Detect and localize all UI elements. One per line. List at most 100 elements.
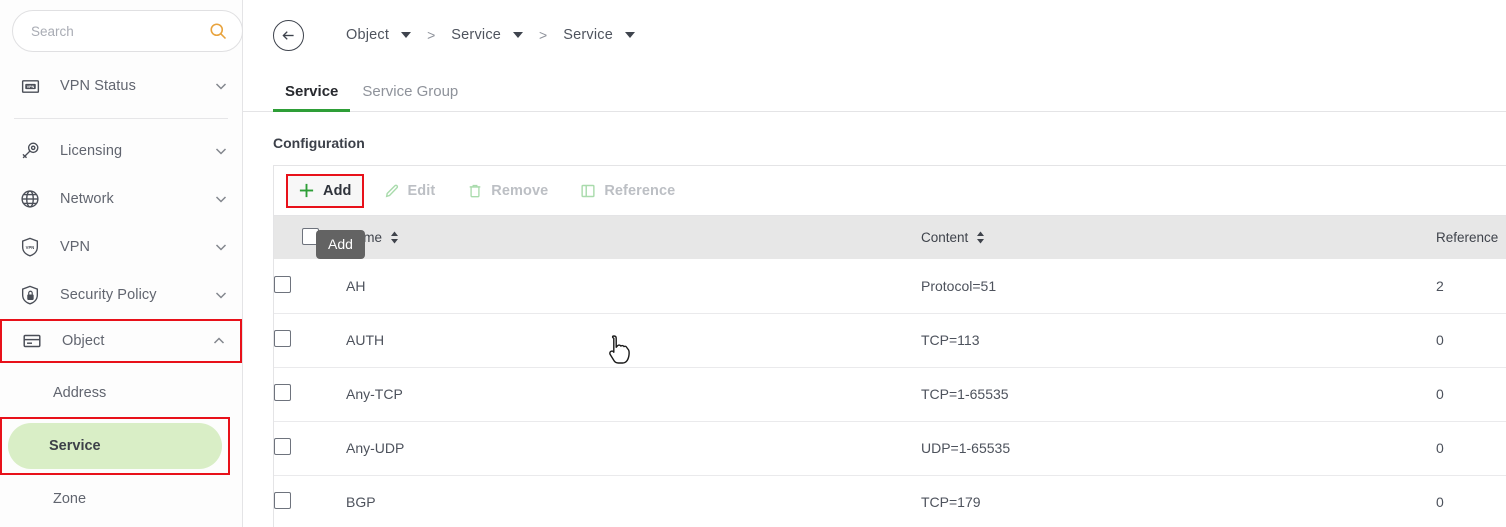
chevron-down-icon <box>214 144 228 158</box>
table-header: Name Content <box>274 216 1506 259</box>
add-button-label: Add <box>323 182 352 199</box>
tab-bar: Service Service Group <box>243 70 1506 112</box>
breadcrumb-item-service-leaf[interactable]: Service <box>563 27 635 43</box>
breadcrumb-label: Service <box>451 27 502 43</box>
breadcrumb-label: Service <box>563 27 613 43</box>
search-input[interactable] <box>31 23 208 39</box>
cell-name: Any-UDP <box>346 421 921 476</box>
sidebar-item-service-highlight: Service <box>0 417 230 475</box>
chevron-down-icon[interactable] <box>624 32 635 38</box>
cell-reference: 0 <box>1436 367 1506 422</box>
cell-reference: 2 <box>1436 259 1506 314</box>
column-header-name[interactable]: Name <box>346 216 921 259</box>
row-checkbox[interactable] <box>274 384 291 401</box>
sidebar-subitem-label: Address <box>53 385 107 401</box>
cell-name: BGP <box>346 475 921 527</box>
breadcrumb-separator: > <box>427 27 436 43</box>
sidebar-item-network[interactable]: Network <box>0 175 242 223</box>
cell-content: TCP=1-65535 <box>921 367 1436 422</box>
row-checkbox[interactable] <box>274 330 291 347</box>
main-content: Object > Service > Service Service Servi… <box>243 0 1506 527</box>
cell-name: Any-TCP <box>346 367 921 422</box>
reference-button-label: Reference <box>604 182 676 199</box>
table-row[interactable]: Any-UDP UDP=1-65535 0 <box>274 421 1506 476</box>
sidebar-item-label: VPN <box>60 239 91 255</box>
table-row[interactable]: AH Protocol=51 2 <box>274 259 1506 314</box>
chevron-down-icon <box>214 79 228 93</box>
back-arrow-icon[interactable] <box>273 19 304 51</box>
cell-content: Protocol=51 <box>921 259 1436 314</box>
sidebar-search-row <box>0 0 274 62</box>
chevron-down-icon[interactable] <box>513 32 524 38</box>
chevron-down-icon[interactable] <box>401 32 412 38</box>
row-checkbox-cell <box>274 421 346 476</box>
tab-service-group[interactable]: Service Group <box>350 83 470 111</box>
sort-icon[interactable] <box>976 231 985 244</box>
reference-panel-icon <box>580 183 596 199</box>
breadcrumb-item-service[interactable]: Service <box>451 27 524 43</box>
table-row[interactable]: Any-TCP TCP=1-65535 0 <box>274 367 1506 422</box>
sidebar-item-label: Licensing <box>60 143 123 159</box>
sidebar-item-object[interactable]: Object <box>0 319 242 363</box>
sidebar-item-label: VPN Status <box>60 78 136 94</box>
pencil-icon <box>384 183 400 199</box>
breadcrumb-item-object[interactable]: Object <box>346 27 412 43</box>
cell-reference: 0 <box>1436 475 1506 527</box>
sidebar-divider <box>14 118 228 119</box>
sidebar-item-address[interactable]: Address <box>0 369 242 417</box>
sidebar-item-service[interactable]: Service <box>8 423 222 469</box>
plus-icon <box>298 182 315 199</box>
globe-icon <box>18 187 42 211</box>
reference-button[interactable]: Reference <box>568 174 687 208</box>
breadcrumb: Object > Service > Service <box>346 27 635 43</box>
cell-reference: 0 <box>1436 313 1506 368</box>
sidebar-item-label: Object <box>62 333 105 349</box>
row-checkbox-cell <box>274 313 346 368</box>
breadcrumb-bar: Object > Service > Service <box>243 0 1506 70</box>
breadcrumb-label: Object <box>346 27 390 43</box>
sidebar-item-licensing[interactable]: Licensing <box>0 127 242 175</box>
sidebar-subitems: Address Service Zone <box>0 363 242 523</box>
trash-icon <box>467 183 483 199</box>
sidebar-item-zone[interactable]: Zone <box>0 475 242 523</box>
row-checkbox-cell <box>274 259 346 314</box>
remove-button[interactable]: Remove <box>455 174 560 208</box>
tab-label: Service Group <box>362 83 459 100</box>
table-header-row: Name Content <box>274 216 1506 259</box>
chevron-down-icon <box>214 240 228 254</box>
cell-content: TCP=113 <box>921 313 1436 368</box>
cell-content: UDP=1-65535 <box>921 421 1436 476</box>
section-title: Configuration <box>273 135 365 151</box>
sort-icon[interactable] <box>390 231 399 244</box>
shield-vpn-icon: VPN <box>18 235 42 259</box>
object-card-icon <box>20 329 44 353</box>
table-row[interactable]: AUTH TCP=113 0 <box>274 313 1506 368</box>
sidebar-item-vpn[interactable]: VPN VPN <box>0 223 242 271</box>
row-checkbox[interactable] <box>274 438 291 455</box>
row-checkbox[interactable] <box>274 275 291 293</box>
sidebar-subitem-label: Service <box>49 438 101 454</box>
search-box[interactable] <box>12 10 243 52</box>
edit-button[interactable]: Edit <box>372 174 448 208</box>
table-toolbar: Add Edit Remove Reference <box>274 166 1506 216</box>
tab-service[interactable]: Service <box>273 83 351 112</box>
row-checkbox[interactable] <box>274 492 291 509</box>
vpn-badge-icon: VPN <box>18 74 42 98</box>
application-window: VPN VPN Status Licen <box>0 0 1506 527</box>
table-body: AH Protocol=51 2 AUTH TCP=113 0 Any-TCP … <box>274 259 1506 527</box>
column-header-reference[interactable]: Reference <box>1436 216 1506 259</box>
add-button[interactable]: Add <box>286 173 364 208</box>
search-icon[interactable] <box>208 21 228 41</box>
tab-label: Service <box>285 83 339 100</box>
sidebar: VPN VPN Status Licen <box>0 0 274 527</box>
chevron-down-icon <box>214 288 228 302</box>
configuration-panel: Add Edit Remove Reference Content Refere… <box>273 165 1506 527</box>
table-row[interactable]: BGP TCP=179 0 <box>274 475 1506 527</box>
sidebar-item-security-policy[interactable]: Security Policy <box>0 271 242 319</box>
row-checkbox-cell <box>274 367 346 422</box>
cell-name: AH <box>346 259 921 314</box>
chevron-up-icon <box>212 334 226 348</box>
service-table: Name Content <box>274 216 1506 527</box>
sidebar-item-vpn-status[interactable]: VPN VPN Status <box>0 62 242 110</box>
column-header-content[interactable]: Content <box>921 216 1436 259</box>
